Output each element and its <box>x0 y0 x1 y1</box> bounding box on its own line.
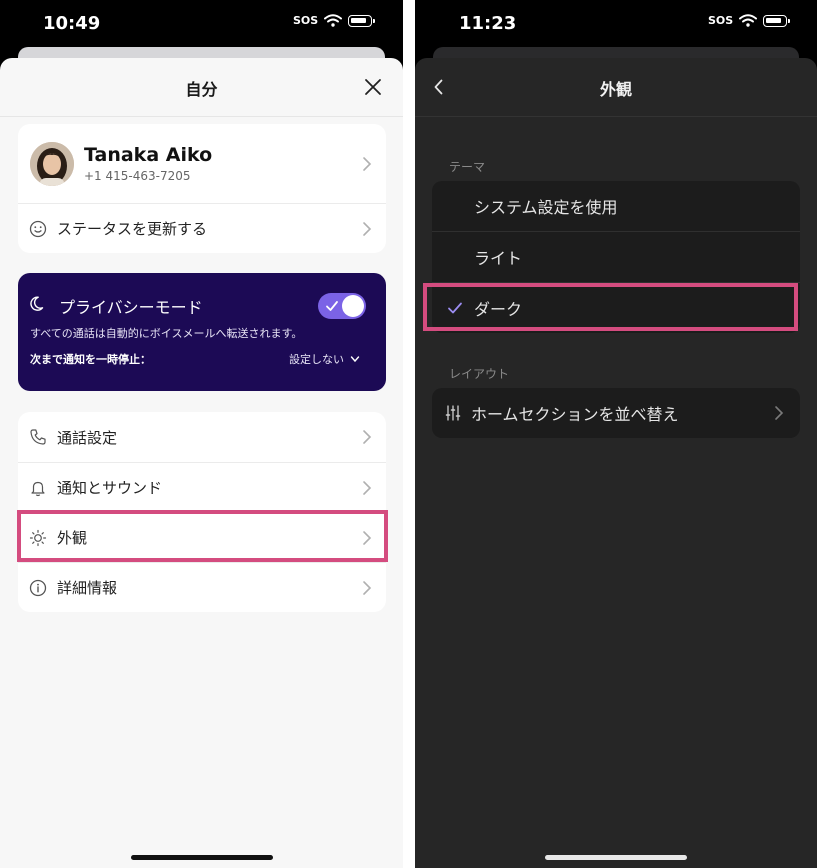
chevron-down-icon <box>350 356 360 363</box>
chevron-right-icon <box>363 480 372 495</box>
chevron-right-icon <box>363 530 372 545</box>
sun-icon <box>28 528 48 548</box>
home-indicator <box>545 855 687 860</box>
settings-sheet: 自分 Tanaka Aiko +1 415-463-7205 ステータスを更新す… <box>0 58 403 868</box>
wifi-icon <box>739 14 758 27</box>
theme-option-label: システム設定を使用 <box>474 198 618 217</box>
layout-section-label: レイアウト <box>449 367 510 381</box>
menu-item-label: 通知とサウンド <box>57 479 163 497</box>
privacy-mode-card: プライバシーモード すべての通話は自動的にボイスメールへ転送されます。 次まで通… <box>18 273 386 391</box>
toggle-knob <box>342 295 364 317</box>
status-icons: SOS <box>708 13 791 27</box>
privacy-mode-title: プライバシーモード <box>59 298 203 317</box>
phone-screen-appearance: 11:23 SOS 外観 テーマ システム設定を使用 ライト ダーク レイアウト… <box>415 0 817 868</box>
check-icon <box>448 302 462 314</box>
status-update-label: ステータスを更新する <box>57 220 208 238</box>
info-icon <box>28 578 48 598</box>
battery-icon <box>348 14 376 27</box>
menu-item-label: 通話設定 <box>57 428 118 447</box>
profile-card: Tanaka Aiko +1 415-463-7205 ステータスを更新する <box>18 124 386 253</box>
profile-phone: +1 415-463-7205 <box>84 169 191 183</box>
bell-icon <box>28 478 48 498</box>
home-indicator <box>131 855 273 860</box>
wifi-icon <box>324 14 343 27</box>
sliders-icon <box>445 405 461 421</box>
divider <box>415 116 817 117</box>
phone-icon <box>28 427 48 447</box>
avatar <box>30 141 74 186</box>
pause-duration-select[interactable]: 設定しない <box>289 351 360 367</box>
reorder-home-sections-row[interactable]: ホームセクションを並べ替え <box>432 388 800 438</box>
theme-option-label: ダーク <box>474 300 523 319</box>
profile-name: Tanaka Aiko <box>84 144 213 166</box>
settings-menu-card: 通話設定 通知とサウンド 外観 詳細情報 <box>18 412 386 612</box>
status-time: 11:23 <box>459 13 517 34</box>
chevron-right-icon <box>363 156 372 171</box>
layout-card: ホームセクションを並べ替え <box>432 388 800 438</box>
check-icon <box>326 301 338 311</box>
theme-section-label: テーマ <box>449 160 486 174</box>
theme-option-light[interactable]: ライト <box>432 231 800 282</box>
smiley-icon <box>28 219 48 239</box>
theme-options-card: システム設定を使用 ライト ダーク <box>432 181 800 333</box>
pause-notifications-label: 次まで通知を一時停止： <box>30 353 151 366</box>
menu-item-label: 詳細情報 <box>57 579 118 597</box>
status-time: 10:49 <box>43 13 101 34</box>
pause-duration-value: 設定しない <box>289 353 344 366</box>
page-title: 外観 <box>599 80 632 99</box>
privacy-mode-description: すべての通話は自動的にボイスメールへ転送されます。 <box>30 327 303 340</box>
close-icon[interactable] <box>363 77 383 97</box>
chevron-right-icon <box>363 430 372 444</box>
phone-screen-me: 10:49 SOS 自分 Tanaka Aiko +1 415-463-7205… <box>0 0 403 868</box>
status-update-row[interactable]: ステータスを更新する <box>18 203 386 253</box>
privacy-mode-toggle[interactable] <box>318 293 366 319</box>
menu-item-call-settings[interactable]: 通話設定 <box>18 412 386 462</box>
battery-icon <box>763 14 791 27</box>
theme-option-dark[interactable]: ダーク <box>432 282 800 333</box>
sos-indicator: SOS <box>293 13 319 27</box>
chevron-right-icon <box>363 580 372 595</box>
chevron-right-icon <box>775 406 784 420</box>
menu-item-appearance[interactable]: 外観 <box>18 512 386 562</box>
appearance-sheet: 外観 テーマ システム設定を使用 ライト ダーク レイアウト ホームセクションを… <box>415 58 817 868</box>
divider <box>0 116 403 117</box>
theme-option-label: ライト <box>474 249 523 268</box>
profile-row[interactable]: Tanaka Aiko +1 415-463-7205 <box>18 124 386 203</box>
sos-indicator: SOS <box>708 13 734 27</box>
status-icons: SOS <box>293 13 376 27</box>
reorder-home-sections-label: ホームセクションを並べ替え <box>471 405 679 424</box>
chevron-right-icon <box>363 221 372 236</box>
menu-item-notifications[interactable]: 通知とサウンド <box>18 462 386 512</box>
moon-icon <box>30 296 44 311</box>
page-title: 自分 <box>185 80 218 99</box>
theme-option-system[interactable]: システム設定を使用 <box>432 181 800 231</box>
menu-item-about[interactable]: 詳細情報 <box>18 562 386 612</box>
menu-item-label: 外観 <box>57 529 88 547</box>
